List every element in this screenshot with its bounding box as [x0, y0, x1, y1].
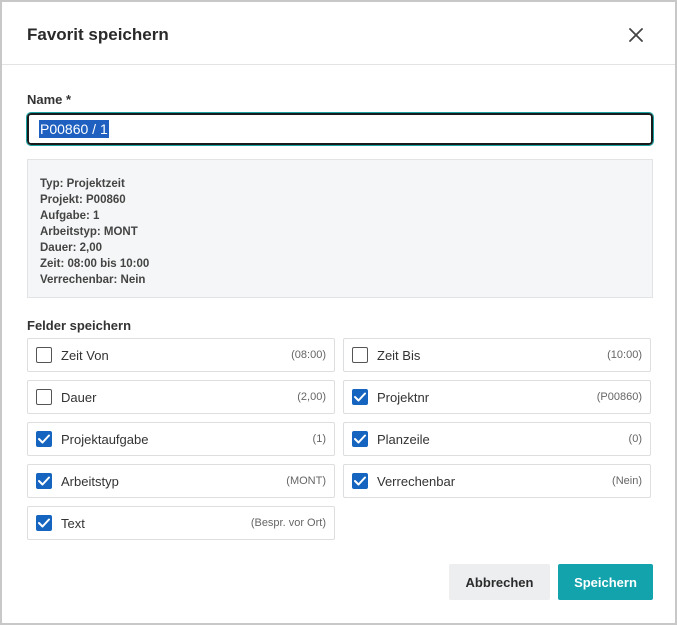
field-value: (10:00): [607, 349, 642, 361]
summary-line: Verrechenbar: Nein: [40, 274, 146, 286]
field-value: (08:00): [291, 349, 326, 361]
field-label: Zeit Von: [61, 347, 109, 363]
checkmark-icon: [38, 518, 50, 528]
field-label: Dauer: [61, 389, 97, 405]
field-value: (P00860): [596, 391, 642, 403]
field-zeit-von[interactable]: Zeit Von (08:00): [27, 338, 335, 372]
field-label: Projektnr: [377, 389, 430, 405]
name-input[interactable]: P00860 / 1: [26, 112, 654, 146]
field-value: (1): [312, 433, 326, 445]
field-value: (0): [628, 433, 642, 445]
field-value: (Bespr. vor Ort): [250, 517, 326, 529]
favorite-summary: Typ: Projektzeit Projekt: P00860 Aufgabe…: [27, 159, 653, 298]
checkbox-zeit-von[interactable]: [36, 347, 52, 363]
name-label: Name *: [27, 92, 72, 107]
checkbox-zeit-bis[interactable]: [352, 347, 368, 363]
checkmark-icon: [354, 476, 366, 486]
dialog-header: Favorit speichern: [2, 2, 675, 65]
field-planzeile[interactable]: Planzeile (0): [343, 422, 651, 456]
field-projektaufgabe[interactable]: Projektaufgabe (1): [27, 422, 335, 456]
summary-line: Aufgabe: 1: [40, 210, 100, 222]
summary-line: Zeit: 08:00 bis 10:00: [40, 258, 150, 270]
field-value: (MONT): [286, 475, 326, 487]
field-label: Planzeile: [377, 431, 430, 447]
checkmark-icon: [354, 434, 366, 444]
save-button[interactable]: Speichern: [558, 564, 653, 600]
close-button[interactable]: [625, 24, 647, 46]
checkbox-projektaufgabe[interactable]: [36, 431, 52, 447]
checkbox-text[interactable]: [36, 515, 52, 531]
field-dauer[interactable]: Dauer (2,00): [27, 380, 335, 414]
checkbox-dauer[interactable]: [36, 389, 52, 405]
field-label: Text: [61, 515, 85, 531]
checkmark-icon: [38, 476, 50, 486]
name-input-value: P00860 / 1: [39, 120, 109, 138]
checkbox-planzeile[interactable]: [352, 431, 368, 447]
favorite-dialog: Favorit speichern Name * P00860 / 1 Typ:…: [0, 0, 677, 625]
checkbox-verrechenbar[interactable]: [352, 473, 368, 489]
checkbox-projektnr[interactable]: [352, 389, 368, 405]
field-label: Projektaufgabe: [61, 431, 149, 447]
checkmark-icon: [354, 392, 366, 402]
field-text[interactable]: Text (Bespr. vor Ort): [27, 506, 335, 540]
summary-line: Arbeitstyp: MONT: [40, 226, 138, 238]
summary-line: Dauer: 2,00: [40, 242, 103, 254]
field-zeit-bis[interactable]: Zeit Bis (10:00): [343, 338, 651, 372]
fields-label: Felder speichern: [27, 318, 132, 333]
close-icon: [629, 28, 643, 42]
summary-line: Typ: Projektzeit: [40, 178, 125, 190]
checkbox-arbeitstyp[interactable]: [36, 473, 52, 489]
checkmark-icon: [38, 434, 50, 444]
field-verrechenbar[interactable]: Verrechenbar (Nein): [343, 464, 651, 498]
cancel-button[interactable]: Abbrechen: [449, 564, 550, 600]
field-label: Zeit Bis: [377, 347, 421, 363]
field-value: (2,00): [297, 391, 326, 403]
field-projektnr[interactable]: Projektnr (P00860): [343, 380, 651, 414]
field-label: Arbeitstyp: [61, 473, 119, 489]
summary-line: Projekt: P00860: [40, 194, 126, 206]
field-label: Verrechenbar: [377, 473, 456, 489]
field-value: (Nein): [612, 475, 642, 487]
field-arbeitstyp[interactable]: Arbeitstyp (MONT): [27, 464, 335, 498]
dialog-title: Favorit speichern: [27, 25, 169, 44]
